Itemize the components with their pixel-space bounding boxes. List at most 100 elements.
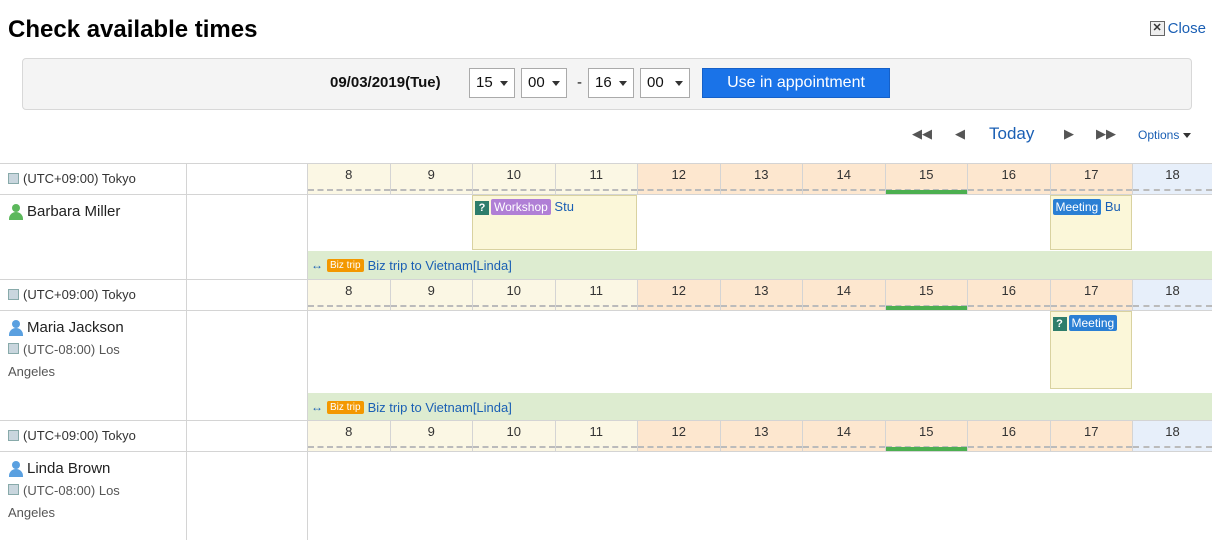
chevron-down-icon xyxy=(500,81,508,86)
user-name[interactable]: Barbara Miller xyxy=(8,203,120,220)
user-name-text: Barbara Miller xyxy=(27,203,121,220)
user-name[interactable]: Maria Jackson xyxy=(8,319,124,336)
user-timezone-text: (UTC-08:00) Los Angeles xyxy=(8,342,120,379)
hour-header-15: 15 xyxy=(884,280,967,310)
hour-header-17: 17 xyxy=(1049,421,1132,451)
biz-trip-tag: Biz trip xyxy=(327,400,364,414)
timezone-text: (UTC+09:00) Tokyo xyxy=(23,171,136,186)
hour-tick xyxy=(638,305,720,307)
hour-label: 10 xyxy=(506,424,521,439)
hour-label: 8 xyxy=(345,167,353,182)
biz-trip-title: Biz trip to Vietnam[Linda] xyxy=(367,399,512,415)
hour-header-18: 18 xyxy=(1132,164,1212,194)
hour-header-17: 17 xyxy=(1049,164,1132,194)
user-name[interactable]: Linda Brown xyxy=(8,460,110,477)
hour-header-12: 12 xyxy=(637,164,720,194)
double-arrow-icon: ↔ xyxy=(311,400,323,414)
column-divider xyxy=(186,194,187,282)
hour-header-10: 10 xyxy=(472,280,555,310)
user-name-text: Linda Brown xyxy=(27,460,111,477)
column-divider xyxy=(307,310,308,424)
double-arrow-icon: ↔ xyxy=(311,258,323,272)
hour-label: 14 xyxy=(836,167,851,182)
hour-tick xyxy=(1133,305,1212,307)
hour-label: 12 xyxy=(671,167,686,182)
hour-tick xyxy=(638,446,720,448)
biz-trip-title: Biz trip to Vietnam[Linda] xyxy=(367,257,512,273)
hour-header-9: 9 xyxy=(389,421,472,451)
hour-label: 11 xyxy=(589,283,604,298)
prev-week-icon[interactable]: ◀◀ xyxy=(912,126,932,142)
timezone-icon xyxy=(8,343,19,354)
grid-divider xyxy=(0,310,1212,311)
chevron-down-icon xyxy=(619,81,627,86)
hour-tick xyxy=(555,305,637,307)
column-divider xyxy=(186,163,187,194)
hour-tick xyxy=(555,189,637,191)
use-in-appointment-button[interactable]: Use in appointment xyxy=(702,68,890,98)
hour-tick xyxy=(803,305,885,307)
hour-tick xyxy=(638,189,720,191)
hour-header-18: 18 xyxy=(1132,421,1212,451)
hour-header-13: 13 xyxy=(719,280,802,310)
close-label: Close xyxy=(1167,20,1206,37)
hour-tick xyxy=(1133,189,1212,191)
hour-tick xyxy=(885,305,967,307)
user-timezone: (UTC-08:00) Los Angeles xyxy=(8,480,168,524)
hour-header-14: 14 xyxy=(802,280,885,310)
end-hour-value: 16 xyxy=(595,74,612,91)
prev-day-icon[interactable]: ◀ xyxy=(955,126,965,142)
hour-label: 13 xyxy=(754,283,769,298)
hour-header-9: 9 xyxy=(389,164,472,194)
end-minute-select[interactable]: 00 xyxy=(640,68,690,98)
range-dash: - xyxy=(577,74,582,91)
hour-header-11: 11 xyxy=(554,164,637,194)
chevron-down-icon xyxy=(675,81,683,86)
timezone-label: (UTC+09:00) Tokyo xyxy=(8,428,136,443)
hour-tick xyxy=(968,446,1050,448)
column-divider xyxy=(186,310,187,424)
hour-label: 8 xyxy=(345,424,353,439)
appointment[interactable]: ? Meeting xyxy=(1049,311,1132,389)
hour-label: 15 xyxy=(919,283,934,298)
question-icon: ? xyxy=(1052,317,1067,331)
column-divider xyxy=(186,420,187,451)
hour-label: 18 xyxy=(1165,283,1180,298)
end-hour-select[interactable]: 16 xyxy=(588,68,634,98)
biz-trip-bar[interactable]: ↔ Biz trip Biz trip to Vietnam[Linda] xyxy=(307,393,1212,421)
hour-header-17: 17 xyxy=(1049,280,1132,310)
appointment[interactable]: ? Workshop Stu xyxy=(472,195,637,250)
hour-header-8: 8 xyxy=(307,421,390,451)
selected-date: 09/03/2019(Tue) xyxy=(330,74,441,91)
start-minute-select[interactable]: 00 xyxy=(521,68,567,98)
appointment[interactable]: Meeting Bu xyxy=(1049,195,1132,250)
hour-label: 16 xyxy=(1001,283,1016,298)
start-minute-value: 00 xyxy=(528,74,545,91)
hour-label: 10 xyxy=(506,167,521,182)
hour-label: 17 xyxy=(1084,283,1099,298)
user-icon xyxy=(8,460,24,477)
hour-label: 16 xyxy=(1001,424,1016,439)
timezone-label: (UTC+09:00) Tokyo xyxy=(8,287,136,302)
next-week-icon[interactable]: ▶▶ xyxy=(1096,126,1116,142)
appointment-tag: Workshop xyxy=(491,199,551,215)
end-minute-value: 00 xyxy=(647,74,664,91)
column-divider xyxy=(186,451,187,540)
close-button[interactable]: ✕ Close xyxy=(1149,20,1206,37)
user-icon xyxy=(8,319,24,336)
options-menu[interactable]: Options xyxy=(1138,128,1192,142)
timezone-icon xyxy=(8,289,19,300)
hour-tick xyxy=(473,446,555,448)
hour-tick xyxy=(390,189,472,191)
today-link[interactable]: Today xyxy=(989,124,1034,144)
hour-header-15: 15 xyxy=(884,421,967,451)
next-day-icon[interactable]: ▶ xyxy=(1064,126,1074,142)
column-divider xyxy=(307,451,308,540)
timezone-label: (UTC+09:00) Tokyo xyxy=(8,171,136,186)
user-timezone-text: (UTC-08:00) Los Angeles xyxy=(8,483,120,520)
hour-label: 13 xyxy=(754,424,769,439)
biz-trip-bar[interactable]: ↔ Biz trip Biz trip to Vietnam[Linda] xyxy=(307,251,1212,279)
hour-tick xyxy=(885,189,967,191)
hour-label: 9 xyxy=(427,424,435,439)
start-hour-select[interactable]: 15 xyxy=(469,68,515,98)
